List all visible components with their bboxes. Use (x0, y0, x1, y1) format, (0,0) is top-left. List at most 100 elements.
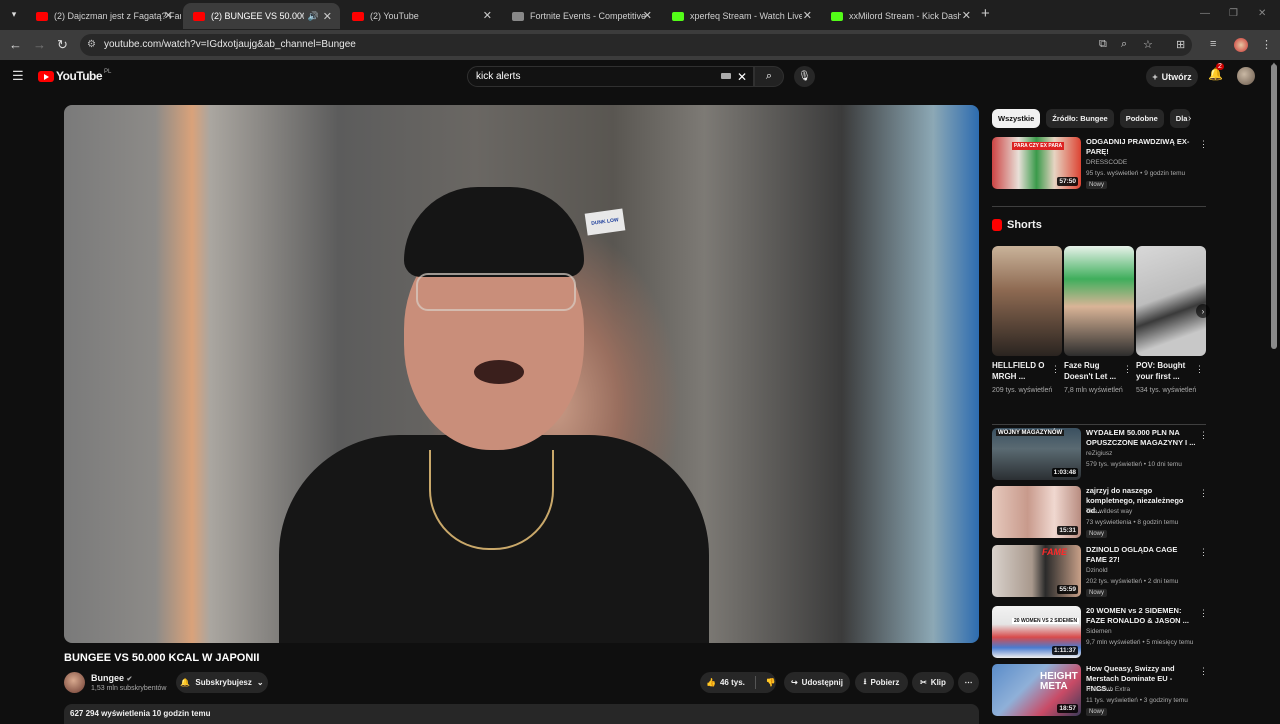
video-player[interactable]: DUNK LOW (64, 105, 979, 643)
new-badge: Nowy (1086, 530, 1108, 538)
channel-avatar[interactable] (64, 672, 85, 693)
create-button[interactable]: + Utwórz (1146, 66, 1198, 87)
chip-related[interactable]: Podobne (1119, 109, 1164, 128)
search-button[interactable]: ⌕ (754, 66, 784, 87)
more-vertical-icon[interactable]: ⋮ (1199, 666, 1208, 677)
share-button[interactable]: ↪ Udostępnij (784, 672, 850, 693)
recommendation-item[interactable]: 15:31 zajrzyj do naszego kompletnego, ni… (992, 486, 1208, 542)
more-vertical-icon[interactable]: ⋮ (1123, 364, 1132, 375)
keyboard-icon[interactable] (721, 73, 731, 79)
back-icon[interactable]: ← (9, 37, 22, 52)
download-button[interactable]: ⭳ Pobierz (855, 672, 908, 693)
channel-name[interactable]: Bungee ✔ (91, 673, 132, 683)
shorts-next-icon[interactable]: › (1196, 304, 1210, 318)
tab-close-icon[interactable]: ✕ (962, 9, 971, 22)
channel-name[interactable]: Dzinold (1086, 567, 1108, 574)
more-vertical-icon[interactable]: ⋮ (1199, 488, 1208, 499)
browser-menu-icon[interactable]: ⋮ (1261, 38, 1272, 51)
search-input[interactable]: kick alerts ✕ (467, 66, 754, 87)
minimize-icon[interactable]: — (1200, 8, 1210, 19)
short-thumbnail[interactable] (1136, 246, 1206, 356)
description-box[interactable]: 627 294 wyświetlenia 10 godzin temu (64, 704, 979, 724)
clip-button[interactable]: ✂ Klip (912, 672, 954, 693)
browser-tab[interactable]: (2) Dajczman jest z Fagatą? Fam ✕ (26, 3, 181, 29)
more-vertical-icon[interactable]: ⋮ (1051, 364, 1060, 375)
recommendation-item[interactable]: WOJNY MAGAZYNÓW 1:03:48 WYDAŁEM 50.000 P… (992, 428, 1208, 484)
recommendation-item[interactable]: PARA CZY EX PARA 57:50 ODGADNIJ PRAWDZIW… (992, 137, 1208, 193)
video-thumbnail[interactable]: WOJNY MAGAZYNÓW 1:03:48 (992, 428, 1081, 480)
video-title[interactable]: DZINOLD OGLĄDA CAGE FAME 27! (1086, 545, 1196, 565)
short-item[interactable]: Faze Rug Doesn't Let ... 7,8 mln wyświet… (1064, 246, 1134, 396)
video-title[interactable]: WYDAŁEM 50.000 PLN NA OPUSZCZONE MAGAZYN… (1086, 428, 1196, 448)
install-app-icon[interactable]: ⧉ (1099, 38, 1107, 51)
more-vertical-icon[interactable]: ⋮ (1199, 430, 1208, 441)
more-vertical-icon[interactable]: ⋮ (1195, 364, 1204, 375)
chevron-right-icon[interactable]: › (1188, 113, 1191, 124)
channel-name[interactable]: Sidemen (1086, 628, 1112, 635)
forward-icon[interactable]: → (33, 37, 46, 52)
profile-avatar-icon[interactable] (1234, 38, 1248, 52)
more-actions-button[interactable]: ⋯ (958, 672, 979, 693)
tab-close-icon[interactable]: ✕ (643, 9, 652, 22)
short-thumbnail[interactable] (992, 246, 1062, 356)
short-thumbnail[interactable] (1064, 246, 1134, 356)
site-info-icon[interactable]: ⚙ (87, 39, 96, 50)
browser-tab[interactable]: Fortnite Events - Competitive T ✕ (502, 3, 660, 29)
channel-name[interactable]: Reisshub Extra (1086, 686, 1130, 693)
video-thumbnail[interactable]: HEIGHT META 18:57 (992, 664, 1081, 716)
bookmark-star-icon[interactable]: ☆ (1143, 38, 1153, 51)
chip-all[interactable]: Wszystkie (992, 109, 1041, 128)
speaker-icon[interactable]: 🔊 (308, 11, 319, 22)
short-item[interactable]: POV: Bought your first ... 534 tys. wyśw… (1136, 246, 1206, 396)
browser-tab[interactable]: xxMilord Stream - Kick Dashbo ✕ (821, 3, 979, 29)
url-field[interactable]: ⚙ youtube.com/watch?v=IGdxotjaujg&ab_cha… (80, 34, 1192, 56)
recommendation-item[interactable]: 20 WOMEN VS 2 SIDEMEN 1:11:37 20 WOMEN v… (992, 606, 1208, 662)
video-title[interactable]: ODGADNIJ PRAWDZIWĄ EX-PARĘ! (1086, 137, 1196, 157)
reload-icon[interactable]: ↻ (57, 37, 68, 53)
video-title[interactable]: 20 WOMEN vs 2 SIDEMEN: FAZE RONALDO & JA… (1086, 606, 1196, 626)
hamburger-menu-icon[interactable]: ☰ (12, 68, 24, 84)
tab-search-chevron-icon[interactable]: ▾ (5, 5, 23, 23)
chip-for-you[interactable]: Dla (1169, 109, 1190, 128)
video-thumbnail[interactable]: 15:31 (992, 486, 1081, 538)
account-avatar[interactable] (1237, 67, 1255, 85)
recommendation-item[interactable]: HEIGHT META 18:57 How Queasy, Swizzy and… (992, 664, 1208, 720)
new-tab-icon[interactable]: + (981, 5, 990, 22)
clear-search-icon[interactable]: ✕ (737, 70, 747, 84)
extensions-icon[interactable]: ⊞ (1176, 38, 1185, 51)
voice-search-button[interactable]: 🎙 (794, 66, 815, 87)
page-scrollbar[interactable] (1271, 64, 1277, 349)
channel-name[interactable]: DRESSCODE (1086, 159, 1127, 166)
tab-close-icon[interactable]: ✕ (483, 9, 492, 22)
section-divider (992, 424, 1206, 425)
zoom-icon[interactable]: ⌕ (1121, 38, 1127, 51)
video-thumbnail[interactable]: PARA CZY EX PARA 57:50 (992, 137, 1081, 189)
like-button[interactable]: 👍 46 tys. (706, 678, 745, 687)
more-vertical-icon[interactable]: ⋮ (1199, 608, 1208, 619)
maximize-icon[interactable]: ❐ (1229, 8, 1238, 19)
short-item[interactable]: HELLFIELD O MRGH ... 209 tys. wyświetleń… (992, 246, 1062, 396)
notifications-button[interactable]: 🔔 2 (1208, 63, 1224, 81)
video-thumbnail[interactable]: 20 WOMEN VS 2 SIDEMEN 1:11:37 (992, 606, 1081, 658)
views-and-date: 627 294 wyświetlenia 10 godzin temu (70, 709, 211, 718)
recommendation-item[interactable]: FAME 55:59 DZINOLD OGLĄDA CAGE FAME 27! … (992, 545, 1208, 601)
youtube-logo[interactable]: YouTube PL (38, 69, 111, 83)
thumbnail-text: HEIGHT META (1040, 671, 1078, 692)
browser-tab[interactable]: (2) YouTube ✕ (342, 3, 500, 29)
thumbs-down-icon[interactable]: 👎 (766, 678, 776, 687)
channel-name[interactable]: reZigiusz (1086, 450, 1112, 457)
browser-tab-active[interactable]: (2) BUNGEE VS 50.000 KCAL 🔊 ✕ (183, 3, 340, 29)
browser-tab[interactable]: xperfeq Stream - Watch Live or ✕ (662, 3, 820, 29)
window-close-icon[interactable]: ✕ (1258, 8, 1266, 19)
tab-close-icon[interactable]: ✕ (803, 9, 812, 22)
video-meta: 202 tys. wyświetleń • 2 dni temu (1086, 578, 1179, 585)
more-vertical-icon[interactable]: ⋮ (1199, 139, 1208, 150)
channel-name[interactable]: The wildest way (1086, 508, 1132, 515)
tab-close-icon[interactable]: ✕ (323, 10, 332, 23)
more-vertical-icon[interactable]: ⋮ (1199, 547, 1208, 558)
tab-close-icon[interactable]: ✕ (164, 9, 173, 22)
video-thumbnail[interactable]: FAME 55:59 (992, 545, 1081, 597)
reading-list-icon[interactable]: ≡ (1210, 38, 1216, 50)
subscribed-button[interactable]: 🔔 Subskrybujesz ⌄ (176, 672, 268, 693)
chip-source[interactable]: Źródło: Bungee (1046, 109, 1114, 128)
